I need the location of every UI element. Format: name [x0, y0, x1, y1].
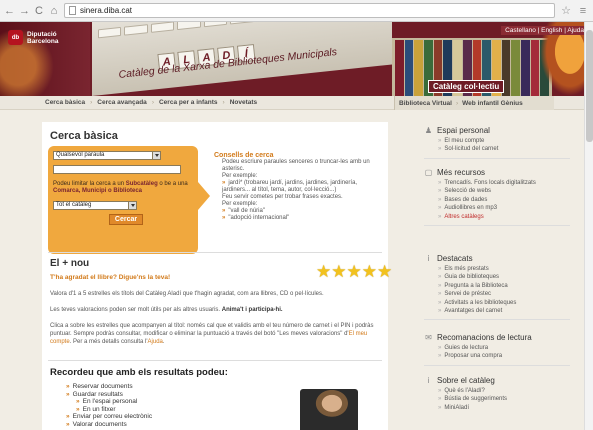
star-icon: ★	[331, 262, 347, 281]
nou-paragraph-2: Les teves valoracions poden ser molt úti…	[50, 307, 283, 313]
sidebar-group-title: Espai personal	[437, 126, 490, 135]
bookmark-star-icon[interactable]: ☆	[560, 4, 572, 17]
sidebar-group-title: Sobre el catàleg	[437, 376, 495, 385]
sidebar-item-guia-biblioteques[interactable]: » Guia de biblioteques	[438, 273, 574, 281]
logo-line-1: Diputació	[27, 30, 57, 38]
reload-icon[interactable]: C	[34, 4, 44, 18]
person-photo	[300, 389, 358, 430]
nav-cerca-basica[interactable]: Cerca bàsica	[45, 99, 85, 106]
list-item: » Reservar documents	[66, 383, 133, 390]
sidebar-item-bases-dades[interactable]: » Bases de dades	[438, 196, 574, 204]
forward-arrow-icon[interactable]: →	[19, 4, 30, 18]
ajuda-link[interactable]: Ajuda	[148, 339, 163, 345]
nav-cerca-avancada[interactable]: Cerca avançada	[97, 99, 147, 106]
list-item: » Guardar resultats	[66, 390, 123, 398]
main-nav: Cerca bàsica › Cerca avançada › Cerca pe…	[0, 96, 593, 110]
diputacio-logo[interactable]: db Diputació Barcelona	[8, 30, 58, 45]
sidebar-group-title: Destacats	[437, 254, 473, 263]
back-arrow-icon[interactable]: ←	[4, 4, 15, 18]
sidebar-item-guies-lectura[interactable]: » Guies de lectura	[438, 344, 574, 352]
sidebar-group-destacats: ⅰ Destacats » Els més prestats » Guia de bi…	[424, 254, 574, 321]
main-content: Cerca bàsica Qualsevol paraula Podeu lim…	[42, 122, 392, 430]
sidebar-item-trencadis[interactable]: » Trencadís. Fons locals digitalitzats	[438, 179, 574, 187]
sidebar-item-que-es-aladi[interactable]: » Què és l'Aladí?	[438, 387, 574, 395]
sidebar-item-bustia[interactable]: » Bústia de suggeriments	[438, 395, 574, 403]
url-text: sinera.diba.cat	[80, 6, 133, 15]
rating-stars: ★ ★ ★ ★ ★	[316, 263, 392, 280]
search-input[interactable]	[53, 165, 181, 174]
list-item: » Enviar per correu electrònic	[66, 413, 153, 420]
search-panel: Qualsevol paraula Podeu limitar la cerca…	[48, 146, 210, 254]
tips-title: Consells de cerca	[214, 152, 274, 159]
info-icon: i	[427, 376, 430, 385]
logo-mark: db	[8, 30, 23, 45]
site-header: db Diputació Barcelona A L A D Í Catàleg…	[0, 22, 593, 96]
sidebar-item-mes-prestats[interactable]: » Els més prestats	[438, 265, 574, 273]
sidebar-group-recomanacions: ✉ Recomanacions de lectura » Guies de lect…	[424, 333, 574, 366]
nav-biblioteca-virtual[interactable]: Biblioteca Virtual	[399, 100, 452, 107]
sidebar-item-proposar-compra[interactable]: » Proposar una compra	[438, 352, 574, 360]
sidebar-item-el-meu-compte[interactable]: » El meu compte	[438, 137, 574, 145]
chat-icon: ✉	[425, 333, 432, 342]
list-item: » En un fitxer	[76, 405, 116, 413]
star-icon: ★	[377, 262, 393, 281]
field-select-value: Qualsevol paraula	[56, 152, 105, 158]
sidebar-item-audiollibres[interactable]: » Audiollibres en mp3	[438, 204, 574, 212]
nou-subtitle: T'ha agradat el llibre? Digue'ns la teva…	[50, 274, 171, 281]
star-icon: ★	[361, 262, 377, 281]
tip-example-1: jardí* (trobareu jardí, jardins, jardine…	[222, 180, 358, 193]
catalog-select-value: Tot el catàleg	[56, 202, 92, 208]
recordeu-title: Recordeu que amb els resultats podeu:	[50, 367, 228, 378]
nav-web-genius[interactable]: Web infantil Gènius	[462, 100, 523, 107]
list-item: » En l'espai personal	[76, 398, 138, 405]
catalog-label: Catàleg col·lectiu	[428, 80, 505, 93]
list-item: » Valorar documents	[66, 420, 127, 428]
sidebar-group-recursos: ▢ Més recursos » Trencadís. Fons locals di…	[424, 168, 574, 227]
subcataleg-link[interactable]: Subcatàleg	[126, 181, 158, 187]
address-bar[interactable]: sinera.diba.cat	[64, 3, 555, 18]
search-hint: Podeu limitar la cerca a un Subcatàleg o…	[53, 181, 188, 194]
search-tips: Consells de cerca Podeu escriure paraule…	[214, 152, 382, 222]
field-select[interactable]: Qualsevol paraula	[53, 151, 161, 160]
page-scrollbar[interactable]	[584, 22, 593, 430]
nav-novetats[interactable]: Novetats	[230, 99, 257, 106]
search-title: Cerca bàsica	[50, 130, 118, 142]
browser-toolbar: ← → C ⌂ sinera.diba.cat ☆ ≡	[0, 0, 593, 22]
page-icon	[69, 6, 76, 15]
catalog-select[interactable]: Tot el catàleg	[53, 201, 137, 210]
scrollbar-thumb[interactable]	[586, 30, 593, 142]
nou-paragraph-1: Valora d'1 a 5 estrelles els títols del …	[50, 291, 324, 297]
star-icon: ★	[346, 262, 362, 281]
sidebar-item-sollicitud-carnet[interactable]: » Sol·licitud del carnet	[438, 145, 574, 153]
chevron-down-icon	[128, 202, 136, 209]
logo-line-2: Barcelona	[27, 37, 59, 45]
sidebar-item-pregunta[interactable]: » Pregunta a la Biblioteca	[438, 282, 574, 290]
nav-cerca-infants[interactable]: Cerca per a infants	[159, 99, 218, 106]
recordeu-list: » Reservar documents » Guardar resultats »…	[66, 383, 152, 428]
home-icon[interactable]: ⌂	[49, 4, 59, 18]
sidebar-item-servei-prestec[interactable]: » Servei de préstec	[438, 290, 574, 298]
sidebar-item-altres-catalegs[interactable]: » Altres catàlegs	[438, 213, 574, 221]
search-button[interactable]: Cercar	[109, 214, 143, 225]
tip-example-3: "adopció internacional"	[228, 215, 290, 221]
menu-icon[interactable]: ≡	[577, 5, 589, 17]
nou-title: El + nou	[50, 258, 90, 269]
sidebar-group-espai: ♟ Espai personal » El meu compte » Sol·lici…	[424, 126, 574, 159]
nou-paragraph-3: Clica a sobre les estrelles que acompany…	[50, 323, 374, 345]
language-links[interactable]: Castellano | English | Ajuda	[501, 26, 588, 35]
sidebar-item-minialadi[interactable]: » MiniAladí	[438, 404, 574, 412]
sidebar-group-sobre: i Sobre el catàleg » Què és l'Aladí? » Búst…	[424, 376, 574, 412]
highlight-icon: ⅰ	[427, 254, 430, 263]
chevron-down-icon	[152, 152, 160, 159]
comarca-link[interactable]: Comarca, Municipi o Biblioteca	[53, 188, 142, 194]
resources-icon: ▢	[424, 168, 433, 177]
sidebar-group-title: Recomanacions de lectura	[437, 333, 532, 342]
sidebar-group-title: Més recursos	[437, 168, 486, 177]
tip-example-2: "vall de núria"	[228, 208, 265, 214]
sidebar-item-activitats[interactable]: » Activitats a les biblioteques	[438, 299, 574, 307]
star-icon: ★	[316, 262, 332, 281]
person-icon: ♟	[424, 126, 433, 135]
sidebar-item-webs[interactable]: » Selecció de webs	[438, 187, 574, 195]
sidebar-item-avantatges[interactable]: » Avantatges del carnet	[438, 307, 574, 315]
